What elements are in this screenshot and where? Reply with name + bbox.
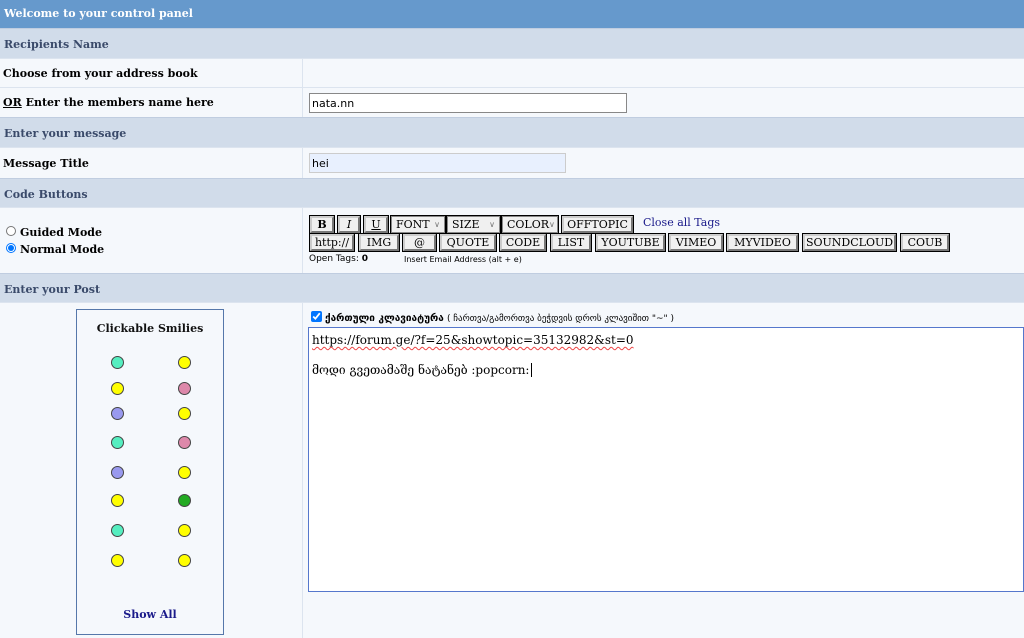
post-line-url: https://forum.ge/?f=25&showtopic=3513298… — [312, 333, 634, 347]
code-button[interactable]: CODE — [499, 233, 547, 252]
offtopic-button[interactable]: OFFTOPIC — [561, 215, 634, 234]
georgian-keyboard-hint: ( ჩართვა/გამორთვა ბეჭდვის დროს კლავიშით … — [446, 314, 675, 324]
smiley-yellow-icon[interactable] — [111, 382, 124, 395]
list-button[interactable]: LIST — [550, 233, 592, 252]
members-label-text: Enter the members name here — [25, 96, 214, 109]
chevron-down-icon: ∨ — [489, 220, 495, 229]
smiley-yellow-icon[interactable] — [111, 494, 124, 507]
georgian-keyboard-label: ქართული კლავიატურა — [325, 313, 444, 324]
section-message: Enter your message — [0, 117, 1024, 147]
img-button[interactable]: IMG — [358, 233, 400, 252]
post-line-text-content: მოდი გვეთამაშე ნატანებ :popcorn: — [312, 363, 530, 377]
chevron-down-icon: ∨ — [434, 220, 440, 229]
post-line-text: მოდი გვეთამაშე ნატანებ :popcorn: — [312, 363, 1020, 378]
email-button[interactable]: @ — [402, 233, 437, 252]
smiley-yellow-icon[interactable] — [178, 524, 191, 537]
color-select-value: COLOR — [507, 218, 550, 231]
georgian-keyboard-toggle[interactable]: ქართული კლავიატურა ( ჩართვა/გამორთვა ბეჭ… — [311, 311, 674, 324]
youtube-button[interactable]: YOUTUBE — [595, 233, 666, 252]
soundcloud-button[interactable]: SOUNDCLOUD — [802, 233, 897, 252]
close-all-tags-link[interactable]: Close all Tags — [643, 216, 720, 229]
open-tags: Open Tags: 0 — [309, 254, 368, 264]
member-name-row: OR Enter the members name here — [0, 87, 1024, 117]
smiley-teal-icon[interactable] — [111, 436, 124, 449]
vimeo-button[interactable]: VIMEO — [668, 233, 724, 252]
open-tags-count: 0 — [361, 254, 368, 264]
smilies-title: Clickable Smilies — [96, 322, 204, 335]
italic-button[interactable]: I — [337, 215, 361, 234]
url-button[interactable]: http:// — [309, 233, 355, 252]
color-select[interactable]: COLOR ∨ — [501, 215, 559, 234]
message-title-label: Message Title — [0, 148, 303, 178]
myvideo-button[interactable]: MYVIDEO — [726, 233, 799, 252]
code-buttons-row: Guided Mode Normal Mode B I U FONT ∨ SIZE… — [0, 207, 1024, 273]
smiley-yellow-icon[interactable] — [111, 554, 124, 567]
smiley-pink-icon[interactable] — [178, 436, 191, 449]
section-code-buttons: Code Buttons — [0, 178, 1024, 208]
font-select[interactable]: FONT ∨ — [390, 215, 446, 234]
smiley-purple-icon[interactable] — [111, 466, 124, 479]
smiley-yellow-icon[interactable] — [178, 554, 191, 567]
underline-button[interactable]: U — [363, 215, 389, 234]
show-all-smilies-link[interactable]: Show All — [77, 608, 223, 621]
post-row: Clickable Smilies Show All ქართული კლავი… — [0, 302, 1024, 638]
open-tags-label: Open Tags: — [309, 254, 359, 264]
smiley-pink-icon[interactable] — [178, 382, 191, 395]
normal-mode-label: Normal Mode — [20, 242, 105, 256]
quote-button[interactable]: QUOTE — [439, 233, 497, 252]
smiley-teal-icon[interactable] — [111, 524, 124, 537]
guided-mode-radio[interactable]: Guided Mode — [6, 225, 102, 239]
smiley-green-icon[interactable] — [178, 494, 191, 507]
member-name-input[interactable] — [309, 93, 627, 113]
message-title-input[interactable] — [309, 153, 566, 173]
member-name-label: OR Enter the members name here — [0, 88, 303, 117]
section-recipients: Recipients Name — [0, 28, 1024, 58]
address-book-row: Choose from your address book — [0, 58, 1024, 87]
text-cursor — [531, 363, 533, 377]
size-select-value: SIZE — [452, 218, 480, 231]
bold-button[interactable]: B — [309, 215, 335, 234]
message-title-row: Message Title — [0, 147, 1024, 178]
smiley-purple-icon[interactable] — [111, 407, 124, 420]
address-book-label: Choose from your address book — [0, 59, 303, 87]
smiley-yellow-icon[interactable] — [178, 356, 191, 369]
size-select[interactable]: SIZE ∨ — [446, 215, 501, 234]
chevron-down-icon: ∨ — [549, 220, 555, 229]
smiley-teal-icon[interactable] — [111, 356, 124, 369]
panel-header: Welcome to your control panel — [0, 0, 1024, 28]
smiley-yellow-icon[interactable] — [178, 407, 191, 420]
or-label: OR — [3, 96, 22, 109]
post-textarea[interactable]: https://forum.ge/?f=25&showtopic=3513298… — [308, 327, 1024, 592]
georgian-keyboard-checkbox[interactable] — [311, 311, 322, 322]
guided-mode-label: Guided Mode — [20, 225, 102, 239]
normal-mode-radio[interactable]: Normal Mode — [6, 242, 105, 256]
coub-button[interactable]: COUB — [900, 233, 950, 252]
smiley-yellow-icon[interactable] — [178, 466, 191, 479]
smilies-panel: Clickable Smilies Show All — [76, 309, 224, 635]
section-post: Enter your Post — [0, 273, 1024, 303]
font-select-value: FONT — [396, 218, 430, 231]
helper-hint: Insert Email Address (alt + e) — [404, 255, 522, 264]
